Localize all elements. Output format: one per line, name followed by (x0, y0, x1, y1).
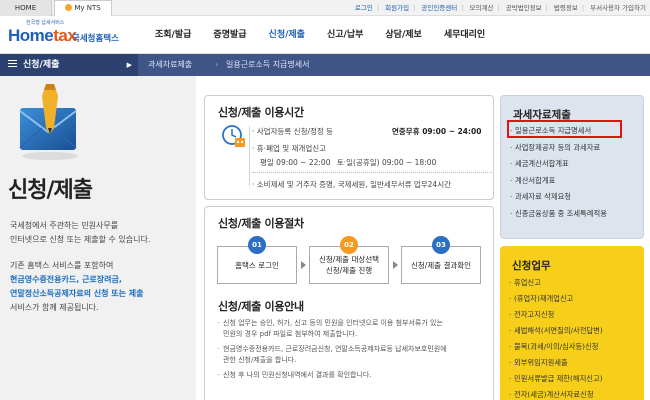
extended-services-description: 기존 홈택스 서비스를 포함하여 현금영수증전용카드, 근로장려금, 연말정산소… (10, 261, 144, 312)
link-closure-report[interactable]: 휴업신고 (509, 278, 541, 288)
logo-wordmark: Hometax (8, 26, 77, 45)
main-nav: 조회/발급 증명발급 신청/제출 신고/납부 상담/제보 세무대리인 (144, 16, 496, 54)
procedure-steps: 홈택스 로그인 01 신청/제출 대상선택 신청/제출 진행 02 신청/제출 결… (217, 236, 485, 292)
hours-row-schedule: 평일 09:00 ~ 22:00 토·일(공휴일) 09:00 ~ 18:00 (260, 158, 437, 167)
link-reopen-report[interactable]: (휴업자)재개업신고 (509, 294, 573, 304)
login-link[interactable]: 로그인 (355, 4, 373, 12)
apply-tasks-title: 신청업무 (512, 260, 551, 272)
utility-bar: HOME My NTS 로그인 | 회원가입 | 공인인증센터 | 모의계산 | 공박법… (0, 0, 650, 16)
hours-divider (249, 126, 250, 186)
logo-tagline: 한국형 납세서비스 (26, 20, 65, 26)
nav-consult[interactable]: 상담/제보 (374, 16, 432, 54)
hours-row-business-reg: · 사업자등록 신청/정정 등 연중무휴 09:00 ~ 24:00 (252, 127, 482, 136)
tax-data-sidebar: 과세자료제출 일용근로소득 지급명세서 사업장제공자 등의 과세자료 세금계산서… (500, 95, 644, 239)
hours-title: 신청/제출 이용시간 (218, 106, 304, 119)
nav-certificate[interactable]: 증명발급 (202, 16, 257, 54)
nav-tax-agent[interactable]: 세무대리인 (433, 16, 496, 54)
link-appeal[interactable]: 불복(과세/이의/심사등)신청 (509, 342, 598, 352)
link-invoice-summary[interactable]: 계산서합계표 (510, 176, 555, 186)
hamburger-icon (8, 60, 17, 67)
link-external-delegation[interactable]: 외부위임지원세출 (509, 358, 568, 368)
link-business-site-data[interactable]: 사업장제공자 등의 과세자료 (510, 143, 600, 153)
link-delete-request[interactable]: 과세자료 삭제요청 (510, 192, 571, 202)
highlight-box (507, 120, 622, 138)
page-title: 신청/제출 (8, 178, 93, 203)
guide-note-1: 신청 업무는 승인, 허가, 신고 등의 민원을 인터넷으로 이용 첨부서류가 … (217, 318, 488, 340)
simulation-link[interactable]: 모의계산 (470, 4, 494, 12)
pen-envelope-icon (19, 84, 78, 160)
corp-info-link[interactable]: 공박법인정보 (506, 4, 542, 12)
current-section: 신청/제출 (23, 60, 60, 70)
procedure-card: 신청/제출 이용절차 홈택스 로그인 01 신청/제출 대상선택 신청/제출 진행… (204, 206, 494, 400)
link-tax-invoice-summary[interactable]: 세금계산서합계표 (510, 159, 569, 169)
mynts-label: My NTS (74, 4, 101, 12)
breadcrumb-daily-wage[interactable]: 일용근로소득 지급명세서 (226, 54, 310, 76)
link-new-financial-product[interactable]: 신종금융상품 중 조세특례적용 (510, 209, 607, 219)
home-tab[interactable]: HOME (0, 0, 52, 16)
law-info-link[interactable]: 법령정보 (554, 4, 578, 12)
hours-row-closure: · 휴·폐업 및 재개업신고 (252, 144, 327, 153)
step-number-3: 03 (432, 236, 450, 254)
signup-link[interactable]: 회원가입 (385, 4, 409, 12)
section-intro-panel: 신청/제출 국세청에서 주관하는 민원사무를 인터넷으로 신청 또는 제출할 수… (0, 76, 196, 400)
apply-tasks-sidebar: 신청업무 휴업신고 (휴업자)재개업신고 전자고지신청 세법해석(서면질의/사전… (500, 246, 644, 400)
site-header: 한국형 납세서비스 Hometax 국세청홈택스 조회/발급 증명발급 신청/제… (0, 16, 650, 54)
step-number-1: 01 (248, 236, 266, 254)
all-menu-button[interactable]: 신청/제출 ▶ (0, 54, 138, 76)
guide-title: 신청/제출 이용안내 (218, 300, 304, 313)
hours-row-24h: · 소비제세 및 거주자 증명, 국제세원, 일반세무서류 업무24시간 (252, 180, 451, 189)
nav-inquiry[interactable]: 조회/발급 (144, 16, 202, 54)
hometax-logo[interactable]: 한국형 납세서비스 Hometax 국세청홈택스 (4, 19, 124, 51)
procedure-title: 신청/제출 이용절차 (218, 217, 304, 230)
breadcrumb-tax-data[interactable]: 과세자료제출 (148, 54, 192, 76)
nav-apply-submit[interactable]: 신청/제출 (258, 16, 316, 54)
step-arrow-icon (301, 261, 306, 269)
link-tax-interpretation[interactable]: 세법해석(서면질의/사전답변) (509, 326, 603, 336)
step-number-2: 02 (340, 236, 358, 254)
cert-center-link[interactable]: 공인인증센터 (421, 4, 457, 12)
guide-note-2: 현금영수증전용카드, 근로장려금신청, 연말소득공제자료등 납세자보호민원에관한… (217, 344, 488, 366)
breadcrumb-separator: › (215, 60, 219, 69)
nav-report-pay[interactable]: 신고/납부 (316, 16, 374, 54)
hours-separator (252, 172, 492, 173)
step-arrow-icon (393, 261, 398, 269)
link-e-notice[interactable]: 전자고지신청 (509, 310, 554, 320)
clock-icon (222, 125, 245, 147)
mynts-icon (65, 4, 73, 11)
utility-links: 로그인 | 회원가입 | 공인인증센터 | 모의계산 | 공박법인정보 | 법령정보 | 부… (354, 4, 646, 12)
logo-korean-name: 국세청홈택스 (72, 34, 119, 44)
mynts-tab[interactable]: My NTS (54, 0, 112, 16)
hours-card: 신청/제출 이용시간 · 사업자등록 신청/정정 등 연중무휴 09:00 ~ 2… (204, 95, 494, 200)
chevron-right-icon: ▶ (126, 61, 132, 69)
dept-user-signup-link[interactable]: 부서사용자 가입하기 (590, 4, 646, 12)
guide-note-3: 신청 후 나의 민원신청내역에서 결과를 확인합니다. (217, 370, 488, 381)
link-doc-restriction[interactable]: 민원서류발급 제한(해지신고) (509, 374, 603, 384)
location-bar: 신청/제출 ▶ 과세자료제출 › 일용근로소득 지급명세서 (0, 54, 650, 76)
intro-description: 국세청에서 주관하는 민원사무를 인터넷으로 신청 또는 제출할 수 있습니다. (10, 221, 151, 244)
link-e-invoice-data[interactable]: 전자(세금)계산서자료신청 (509, 390, 594, 400)
